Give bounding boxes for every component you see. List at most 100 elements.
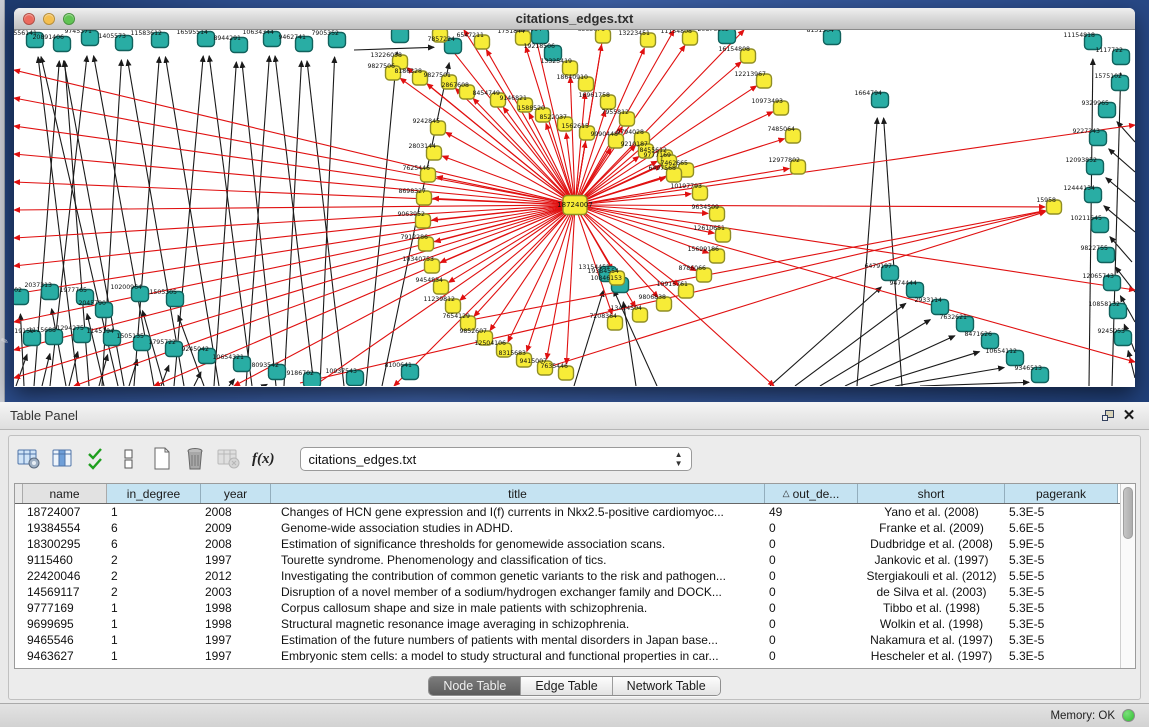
delete-table-icon[interactable]: [217, 446, 241, 472]
cell-in_degree[interactable]: 1: [107, 617, 201, 631]
cell-year[interactable]: 2012: [201, 569, 271, 583]
cell-pagerank[interactable]: 5.9E-5: [1005, 537, 1118, 551]
cell-out_degree[interactable]: 0: [765, 537, 858, 551]
black-citation-edge[interactable]: [1109, 149, 1135, 172]
cell-name[interactable]: 18724007: [23, 505, 107, 519]
cell-out_degree[interactable]: 0: [765, 633, 858, 647]
black-citation-edge[interactable]: [194, 372, 201, 386]
table-row[interactable]: 1938455462009Genome-wide association stu…: [15, 520, 1120, 536]
red-citation-edge[interactable]: [14, 205, 575, 210]
black-citation-edge[interactable]: [820, 320, 930, 386]
cell-title[interactable]: Investigating the contribution of common…: [271, 569, 765, 583]
cell-pagerank[interactable]: 5.3E-5: [1005, 649, 1118, 663]
red-citation-edge[interactable]: [575, 205, 1045, 207]
table-row[interactable]: 1830029562008Estimation of significance …: [15, 536, 1120, 552]
cell-pagerank[interactable]: 5.5E-5: [1005, 569, 1118, 583]
cell-year[interactable]: 2008: [201, 537, 271, 551]
cell-name[interactable]: 18300295: [23, 537, 107, 551]
column-header-in_degree[interactable]: in_degree: [107, 484, 201, 503]
cell-title[interactable]: Estimation of significance thresholds fo…: [271, 537, 765, 551]
cell-pagerank[interactable]: 5.3E-5: [1005, 553, 1118, 567]
black-citation-edge[interactable]: [354, 47, 434, 50]
scrollbar-thumb[interactable]: [1123, 487, 1133, 539]
cell-out_degree[interactable]: 0: [765, 553, 858, 567]
cell-year[interactable]: 2008: [201, 505, 271, 519]
black-citation-edge[interactable]: [264, 384, 267, 386]
cell-year[interactable]: 1997: [201, 553, 271, 567]
cell-in_degree[interactable]: 1: [107, 505, 201, 519]
cell-out_degree[interactable]: 0: [765, 521, 858, 535]
network-canvas[interactable]: 1255614120891406974537114055731158361216…: [14, 30, 1135, 386]
table-select-dropdown[interactable]: citations_edges.txt▲▼: [300, 447, 692, 471]
black-citation-edge[interactable]: [1106, 178, 1135, 202]
cell-in_degree[interactable]: 2: [107, 569, 201, 583]
column-header-year[interactable]: year: [201, 484, 271, 503]
black-citation-edge[interactable]: [920, 382, 1029, 386]
red-citation-edge[interactable]: [460, 205, 575, 300]
cell-short[interactable]: Jankovic et al. (1997): [858, 553, 1005, 567]
new-table-icon[interactable]: [151, 446, 173, 472]
cell-pagerank[interactable]: 5.3E-5: [1005, 585, 1118, 599]
black-citation-edge[interactable]: [574, 291, 603, 386]
cell-name[interactable]: 9699695: [23, 617, 107, 631]
cell-title[interactable]: Tourette syndrome. Phenomenology and cla…: [271, 553, 765, 567]
red-citation-edge[interactable]: [575, 205, 1135, 290]
table-row[interactable]: 946554611997Estimation of the future num…: [15, 632, 1120, 648]
tab-network-table[interactable]: Network Table: [613, 677, 720, 695]
vertical-scrollbar[interactable]: [1120, 484, 1135, 668]
cell-name[interactable]: 14569117: [23, 585, 107, 599]
cell-short[interactable]: Stergiakouli et al. (2012): [858, 569, 1005, 583]
cell-in_degree[interactable]: 2: [107, 585, 201, 599]
table-row[interactable]: 1872400712008Changes of HCN gene express…: [15, 504, 1120, 520]
red-citation-edge[interactable]: [440, 205, 575, 262]
cell-year[interactable]: 2003: [201, 585, 271, 599]
cell-short[interactable]: de Silva et al. (2003): [858, 585, 1005, 599]
red-citation-edge[interactable]: [14, 205, 575, 378]
cell-name[interactable]: 9115460: [23, 553, 107, 567]
cell-title[interactable]: Disruption of a novel member of a sodium…: [271, 585, 765, 599]
table-row[interactable]: 977716911998Corpus callosum shape and si…: [15, 600, 1120, 616]
cell-in_degree[interactable]: 1: [107, 601, 201, 615]
red-citation-edge[interactable]: [14, 205, 575, 238]
cell-year[interactable]: 1998: [201, 617, 271, 631]
cell-name[interactable]: 9465546: [23, 633, 107, 647]
cell-name[interactable]: 9777169: [23, 601, 107, 615]
black-citation-edge[interactable]: [16, 354, 27, 386]
table-row[interactable]: 946362711997Embryonic stem cells: a mode…: [15, 648, 1120, 664]
column-header-out_degree[interactable]: △out_de...: [765, 484, 858, 503]
close-panel-icon[interactable]: ✕: [1119, 407, 1139, 425]
red-citation-edge[interactable]: [575, 205, 774, 386]
black-citation-edge[interactable]: [42, 354, 50, 386]
cell-in_degree[interactable]: 1: [107, 633, 201, 647]
black-citation-edge[interactable]: [246, 56, 269, 386]
cell-in_degree[interactable]: 2: [107, 553, 201, 567]
black-citation-edge[interactable]: [174, 56, 203, 386]
cell-name[interactable]: 9463627: [23, 649, 107, 663]
cell-year[interactable]: 1998: [201, 601, 271, 615]
column-header-pagerank[interactable]: pagerank: [1005, 484, 1118, 503]
select-all-icon[interactable]: [85, 446, 107, 472]
cell-out_degree[interactable]: 0: [765, 569, 858, 583]
cell-title[interactable]: Corpus callosum shape and size in male p…: [271, 601, 765, 615]
cell-short[interactable]: Franke et al. (2009): [858, 521, 1005, 535]
cell-short[interactable]: Dudbridge et al. (2008): [858, 537, 1005, 551]
black-citation-edge[interactable]: [209, 56, 252, 386]
cell-title[interactable]: Embryonic stem cells: a model to study s…: [271, 649, 765, 663]
cell-out_degree[interactable]: 0: [765, 585, 858, 599]
black-citation-edge[interactable]: [229, 379, 234, 386]
cell-name[interactable]: 22420046: [23, 569, 107, 583]
cell-title[interactable]: Estimation of the future numbers of pati…: [271, 633, 765, 647]
red-citation-edge[interactable]: [394, 205, 575, 386]
cell-name[interactable]: 19384554: [23, 521, 107, 535]
column-header-name[interactable]: name: [23, 484, 107, 503]
cell-short[interactable]: Tibbo et al. (1998): [858, 601, 1005, 615]
function-icon[interactable]: f(x): [252, 446, 275, 472]
cell-out_degree[interactable]: 0: [765, 649, 858, 663]
table-row[interactable]: 1456911722003Disruption of a novel membe…: [15, 584, 1120, 600]
window-titlebar[interactable]: citations_edges.txt: [14, 8, 1135, 30]
row-height-icon[interactable]: [118, 446, 140, 472]
cell-out_degree[interactable]: 0: [765, 601, 858, 615]
black-citation-edge[interactable]: [284, 61, 302, 386]
column-header-title[interactable]: title: [271, 484, 765, 503]
cell-short[interactable]: Yano et al. (2008): [858, 505, 1005, 519]
